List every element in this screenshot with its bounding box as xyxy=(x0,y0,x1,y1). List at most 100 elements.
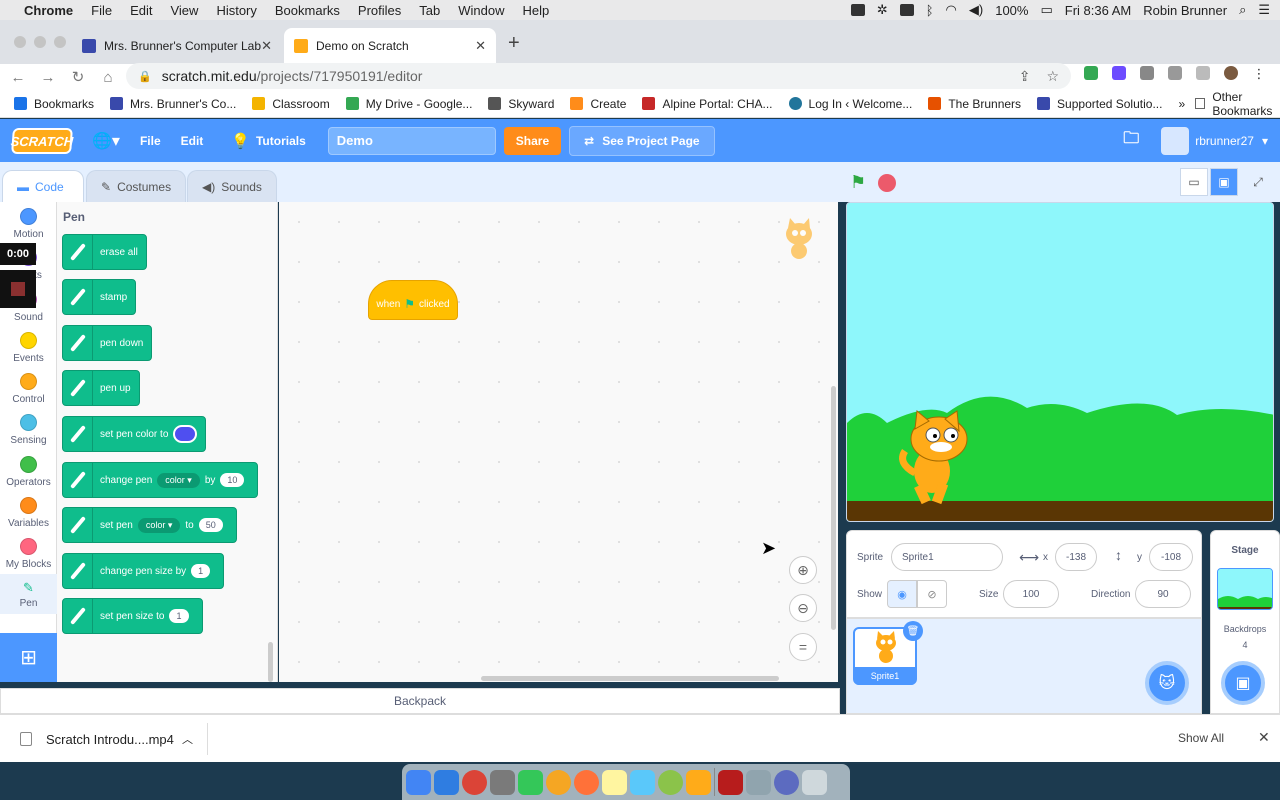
code-workspace[interactable]: when ⚑ clicked ⊕ ⊖ = ➤ xyxy=(279,202,838,682)
scratch-app-icon[interactable] xyxy=(686,769,711,795)
other-bookmarks[interactable]: Other Bookmarks xyxy=(1195,90,1276,118)
snowflake-app-icon[interactable] xyxy=(774,769,799,795)
chrome-icon[interactable] xyxy=(462,769,487,795)
hide-sprite-button[interactable]: ⊘ xyxy=(917,580,947,608)
snowflake-extension-icon[interactable] xyxy=(1112,66,1126,80)
lock-icon[interactable]: 🔒 xyxy=(138,70,152,83)
spotlight-search-icon[interactable]: ⌕ xyxy=(1239,2,1246,18)
number-input[interactable]: 1 xyxy=(191,564,211,578)
menu-window[interactable]: Window xyxy=(458,3,504,18)
add-backdrop-button[interactable]: ▣ xyxy=(1221,661,1265,705)
color-swatch[interactable] xyxy=(173,425,198,443)
tab-costumes[interactable]: ✎ Costumes xyxy=(86,170,186,202)
screen-time-icon[interactable] xyxy=(658,769,683,795)
clock[interactable]: Fri 8:36 AM xyxy=(1065,3,1131,18)
bookmark-item[interactable]: Create xyxy=(570,97,626,111)
bookmark-item[interactable]: Log In ‹ Welcome... xyxy=(788,97,912,111)
forward-arrow-icon[interactable]: → xyxy=(36,69,60,86)
user-name[interactable]: Robin Brunner xyxy=(1143,3,1227,18)
tab-computer-lab[interactable]: Mrs. Brunner's Computer Lab ✕ xyxy=(72,28,282,64)
add-extension-button[interactable]: ⊞ xyxy=(0,633,57,682)
account-username[interactable]: rbrunner27 xyxy=(1195,134,1254,148)
category-control[interactable]: Control xyxy=(0,373,57,405)
menu-view[interactable]: View xyxy=(170,3,198,18)
tab-code[interactable]: ▬ Code xyxy=(2,170,84,202)
app-menu[interactable]: Chrome xyxy=(24,3,73,18)
direction-input[interactable]: 90 xyxy=(1135,580,1191,608)
trash-icon[interactable] xyxy=(802,769,827,795)
number-input[interactable]: 10 xyxy=(220,473,245,487)
new-tab-icon[interactable]: + xyxy=(508,32,520,55)
stage-thumbnail[interactable] xyxy=(1217,568,1273,610)
cloud-icon[interactable] xyxy=(899,4,914,16)
wifi-icon[interactable]: ◠ xyxy=(946,2,957,18)
number-input[interactable]: 50 xyxy=(198,518,223,532)
block-pen-down[interactable]: pen down xyxy=(62,325,153,361)
sprite-tile[interactable]: Sprite1 🗑 xyxy=(853,621,923,685)
block-pen-up[interactable]: pen up xyxy=(62,370,140,406)
side-panel-icon[interactable] xyxy=(1196,66,1210,80)
project-title-input[interactable]: Demo xyxy=(327,126,496,155)
tab-close-icon[interactable]: ✕ xyxy=(475,38,486,54)
category-pen[interactable]: ✎ Pen xyxy=(0,574,57,614)
facetime-icon[interactable] xyxy=(518,769,543,795)
block-set-pen-param[interactable]: set pen color ▾ to 50 xyxy=(62,507,237,543)
profile-avatar-icon[interactable] xyxy=(1224,66,1238,80)
block-erase-all[interactable]: erase all xyxy=(62,234,147,270)
category-variables[interactable]: Variables xyxy=(0,497,57,529)
bookmark-item[interactable]: Mrs. Brunner's Co... xyxy=(110,97,236,111)
language-globe-icon[interactable]: 🌐▾ xyxy=(92,131,120,151)
user-avatar[interactable] xyxy=(1161,126,1190,155)
y-input[interactable]: -108 xyxy=(1149,543,1193,571)
palette-scrollbar[interactable] xyxy=(268,642,273,682)
delete-sprite-button[interactable]: 🗑 xyxy=(903,621,923,641)
scratch-logo[interactable]: SCRATCH xyxy=(10,127,74,154)
share-page-icon[interactable]: ⇪ xyxy=(1019,68,1031,85)
small-stage-button[interactable]: ▭ xyxy=(1180,168,1208,196)
video-stop-button[interactable] xyxy=(0,270,36,308)
category-operators[interactable]: Operators xyxy=(0,456,57,488)
normal-stage-button[interactable]: ▣ xyxy=(1210,168,1238,196)
chrome-canary-icon[interactable] xyxy=(406,769,431,795)
param-dropdown[interactable]: color ▾ xyxy=(157,472,200,488)
gear-icon[interactable]: ✲ xyxy=(877,2,888,18)
bookmark-item[interactable]: Alpine Portal: CHA... xyxy=(642,97,773,111)
menu-bookmarks[interactable]: Bookmarks xyxy=(275,3,340,18)
param-dropdown[interactable]: color ▾ xyxy=(137,517,181,533)
bookmark-item[interactable]: Bookmarks xyxy=(14,97,94,111)
preview-icon[interactable] xyxy=(630,769,655,795)
menu-profiles[interactable]: Profiles xyxy=(358,3,401,18)
share-button[interactable]: Share xyxy=(503,126,562,155)
home-icon[interactable]: ⌂ xyxy=(96,69,120,86)
bookmark-item[interactable]: Skyward xyxy=(488,97,554,111)
close-window-button[interactable] xyxy=(14,36,26,48)
photos-icon[interactable] xyxy=(546,769,571,795)
more-menu-icon[interactable]: ⋮ xyxy=(1252,66,1266,81)
screenshot-icon[interactable] xyxy=(746,769,771,795)
category-events[interactable]: Events xyxy=(0,332,57,364)
workspace-horizontal-scrollbar[interactable] xyxy=(481,676,779,681)
battery-icon[interactable]: ▭ xyxy=(1040,2,1052,18)
my-stuff-folder-icon[interactable]: 🗀 xyxy=(1123,127,1139,154)
minimize-window-button[interactable] xyxy=(34,36,46,48)
edit-menu[interactable]: Edit xyxy=(181,134,204,148)
block-stamp[interactable]: stamp xyxy=(62,279,137,315)
bookmark-item[interactable]: My Drive - Google... xyxy=(345,97,472,111)
file-menu[interactable]: File xyxy=(140,134,161,148)
back-arrow-icon[interactable]: ← xyxy=(6,69,30,86)
zoom-in-button[interactable]: ⊕ xyxy=(789,556,817,584)
zoom-status-icon[interactable] xyxy=(850,4,865,16)
launchpad-icon[interactable] xyxy=(490,769,515,795)
dictionary-icon[interactable] xyxy=(718,769,743,795)
menu-history[interactable]: History xyxy=(216,3,256,18)
bookmark-item[interactable]: Classroom xyxy=(252,97,330,111)
block-set-pen-size[interactable]: set pen size to 1 xyxy=(62,598,203,634)
fullscreen-button[interactable]: ⤢ xyxy=(1244,168,1272,196)
bluetooth-icon[interactable]: ᛒ xyxy=(926,3,934,18)
control-center-icon[interactable]: ☰ xyxy=(1258,2,1270,18)
zoom-reset-button[interactable]: = xyxy=(789,633,817,661)
chevron-up-icon[interactable]: ︿ xyxy=(182,731,193,747)
volume-icon[interactable]: ◀) xyxy=(969,2,983,18)
add-sprite-button[interactable]: 🐱 xyxy=(1145,661,1189,705)
when-flag-clicked-block[interactable]: when ⚑ clicked xyxy=(368,280,458,320)
